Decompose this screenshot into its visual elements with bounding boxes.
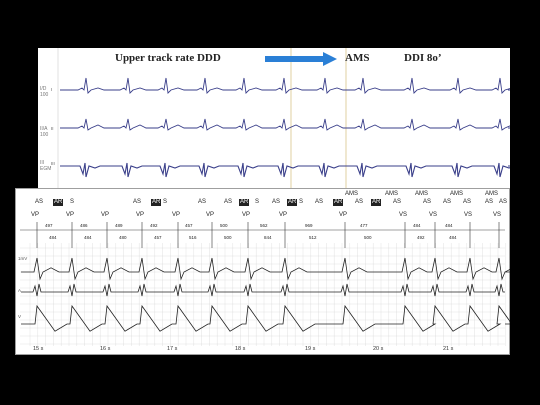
ams-marker: AMS (450, 191, 464, 197)
ecg-trace-1 (60, 77, 510, 94)
ventricular-marker: VS (429, 212, 438, 218)
trace-group (60, 77, 510, 178)
time-label: 17 s (167, 346, 178, 352)
channel-label-1: I (51, 87, 53, 92)
bottom-channel-label-3: V (18, 314, 22, 319)
ventricular-marker: VP (206, 212, 215, 218)
interval-top: 492 (150, 223, 158, 228)
bottom-channel-label-1: 1mV (18, 256, 28, 261)
ventricular-marker: VP (172, 212, 181, 218)
bottom-channel-label-2: A (18, 288, 22, 293)
channel-side-label-2: II/A 100 (40, 126, 49, 138)
time-label: 20 s (373, 346, 384, 352)
ams-marker: AMS (345, 191, 359, 197)
atrial-marker: AR (53, 199, 64, 206)
ams-marker: AMS (385, 191, 399, 197)
interval-bottom: 457 (154, 235, 162, 240)
atrial-marker: AS (499, 199, 508, 205)
atrial-marker: AS (315, 199, 324, 205)
ecg-trace-2 (60, 118, 510, 131)
upper-track-rate-label: Upper track rate DDD (115, 52, 221, 64)
channel-side-label-1: I/D 100 (40, 86, 49, 98)
time-label: 15 s (33, 346, 44, 352)
interval-top: 477 (360, 223, 368, 228)
atrial-marker: AR (239, 199, 250, 206)
interval-bottom: 484 (49, 235, 57, 240)
ams-label: AMS (345, 52, 370, 64)
atrial-marker: AR (371, 199, 382, 206)
interval-top: 457 (185, 223, 193, 228)
atrial-marker: AS (443, 199, 452, 205)
interval-bottom: 844 (264, 235, 272, 240)
channel-side-label-3: III EGM (40, 160, 52, 172)
ventricular-marker: VP (136, 212, 145, 218)
interval-bottom: 512 (309, 235, 317, 240)
atrial-marker: AS (272, 199, 281, 205)
interval-top: 562 (260, 223, 268, 228)
time-label: 18 s (235, 346, 246, 352)
ventricular-marker: VP (279, 212, 288, 218)
atrial-marker: AS (393, 199, 402, 205)
ventricular-marker: VP (242, 212, 251, 218)
atrial-marker: AS (198, 199, 207, 205)
ams-marker: AMS (485, 191, 499, 197)
atrial-marker: AS (35, 199, 44, 205)
ddi-label: DDI 8o’ (404, 52, 442, 64)
atrial-marker: AR (333, 199, 344, 206)
time-label: 19 s (305, 346, 316, 352)
ecg-surface-panel: I/D 100 II/A 100 III EGM I II III (38, 48, 510, 188)
device-strip-panel: AS AR S AS AR S AS AS AR S AS AR S AS AR AS AR AS AS AS AS AS… (15, 188, 510, 355)
ventricular-marker: VS (493, 212, 502, 218)
interval-bottom: 500 (364, 235, 372, 240)
ecg-surface-traces (57, 48, 510, 188)
ventricular-marker: VP (339, 212, 348, 218)
time-label: 21 s (443, 346, 454, 352)
interval-top: 969 (305, 223, 313, 228)
ams-marker: AMS (415, 191, 429, 197)
interval-top: 484 (413, 223, 421, 228)
atrial-marker: S (163, 199, 168, 205)
atrial-marker: AS (224, 199, 233, 205)
atrial-marker: S (70, 199, 75, 205)
channel-label-3: III (51, 161, 55, 166)
atrial-marker: AS (485, 199, 494, 205)
interval-top: 500 (220, 223, 228, 228)
interval-bottom: 480 (119, 235, 127, 240)
interval-bottom: 500 (224, 235, 232, 240)
channel-label-2: II (51, 126, 54, 131)
interval-top: 484 (445, 223, 453, 228)
interval-bottom: 484 (449, 235, 457, 240)
atrial-marker: AS (463, 199, 472, 205)
ecg-trace-3 (60, 162, 510, 178)
atrial-marker: AR (151, 199, 162, 206)
atrial-marker: S (255, 199, 260, 205)
interval-top: 497 (45, 223, 53, 228)
atrial-marker: S (299, 199, 304, 205)
atrial-marker: AS (355, 199, 364, 205)
ventricular-marker: VP (101, 212, 110, 218)
atrial-marker: AS (423, 199, 432, 205)
arrow-icon (265, 52, 337, 66)
ventricular-marker: VP (31, 212, 40, 218)
interval-top: 486 (80, 223, 88, 228)
interval-bottom: 492 (417, 235, 425, 240)
ventricular-marker: VP (66, 212, 75, 218)
atrial-marker: AR (287, 199, 298, 206)
annotation-layer: AS AR S AS AR S AS AS AR S AS AR S AS AR AS AR AS AS AS AS AS… (15, 188, 510, 355)
interval-bottom: 516 (189, 235, 197, 240)
time-label: 16 s (100, 346, 111, 352)
ventricular-marker: VS (464, 212, 473, 218)
interval-top: 489 (115, 223, 123, 228)
atrial-marker: AS (133, 199, 142, 205)
interval-bottom: 484 (84, 235, 92, 240)
ventricular-marker: VS (399, 212, 408, 218)
